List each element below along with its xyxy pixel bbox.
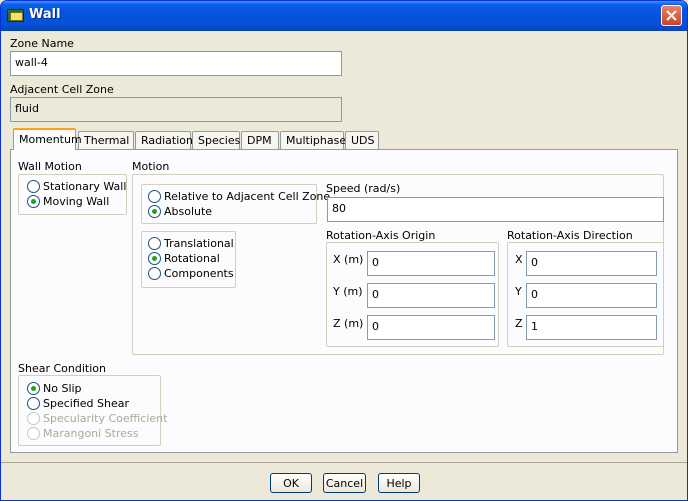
title-bar[interactable]: Wall <box>1 1 687 31</box>
radio-rotational[interactable]: Rotational <box>148 252 220 265</box>
adjacent-cell-zone-field: fluid <box>10 97 342 122</box>
rotation-axis-origin-label: Rotation-Axis Origin <box>326 229 436 242</box>
radio-button <box>27 397 40 410</box>
radio-button-selected <box>27 195 40 208</box>
motion-label: Motion <box>132 160 170 173</box>
momentum-panel: Wall Motion Stationary Wall Moving Wall … <box>10 149 678 453</box>
radio-stationary-wall[interactable]: Stationary Wall <box>27 180 126 193</box>
shear-condition-group: No Slip Specified Shear Specularity Coef… <box>18 375 167 446</box>
radio-button <box>27 180 40 193</box>
shear-condition-label: Shear Condition <box>18 362 106 375</box>
direction-z-input[interactable]: 1 <box>526 315 657 340</box>
radio-button <box>148 237 161 250</box>
close-button[interactable] <box>661 5 682 26</box>
tab-multiphase[interactable]: Multiphase <box>280 131 346 150</box>
origin-y-input[interactable]: 0 <box>367 283 495 308</box>
radio-button-selected <box>148 252 161 265</box>
motion-reference-group: Relative to Adjacent Cell Zone Absolute <box>141 184 330 224</box>
radio-button <box>27 427 40 440</box>
radio-translational[interactable]: Translational <box>148 237 234 250</box>
radio-specified-shear[interactable]: Specified Shear <box>27 397 129 410</box>
wall-motion-group: Stationary Wall Moving Wall <box>18 174 127 215</box>
tab-dpm[interactable]: DPM <box>241 131 279 150</box>
radio-label: Specularity Coefficient <box>43 412 168 425</box>
radio-label: Absolute <box>164 205 213 218</box>
wall-motion-label: Wall Motion <box>18 160 82 173</box>
direction-z-label: Z <box>515 317 523 330</box>
help-button[interactable]: Help <box>378 473 420 493</box>
tab-thermal[interactable]: Thermal <box>78 131 134 150</box>
radio-label: Components <box>164 267 234 280</box>
radio-button-selected <box>27 382 40 395</box>
rotation-axis-direction-label: Rotation-Axis Direction <box>507 229 633 242</box>
radio-label: Translational <box>164 237 234 250</box>
radio-marangoni-stress: Marangoni Stress <box>27 427 139 440</box>
tab-momentum[interactable]: Momentum <box>13 128 82 150</box>
cancel-button[interactable]: Cancel <box>323 473 366 493</box>
app-icon <box>7 9 24 22</box>
radio-absolute[interactable]: Absolute <box>148 205 212 218</box>
radio-no-slip[interactable]: No Slip <box>27 382 82 395</box>
motion-type-group: Translational Rotational Components <box>141 231 236 288</box>
ok-button[interactable]: OK <box>270 473 312 493</box>
window-title: Wall <box>29 7 61 22</box>
radio-relative-to-adjacent[interactable]: Relative to Adjacent Cell Zone <box>148 190 330 203</box>
zone-name-input[interactable]: wall-4 <box>10 51 342 76</box>
radio-label: No Slip <box>43 382 82 395</box>
direction-x-input[interactable]: 0 <box>526 251 657 276</box>
speed-input[interactable]: 80 <box>327 197 664 222</box>
tab-uds[interactable]: UDS <box>345 131 379 150</box>
origin-z-input[interactable]: 0 <box>367 315 495 340</box>
radio-button <box>148 190 161 203</box>
adjacent-cell-zone-label: Adjacent Cell Zone <box>10 83 114 96</box>
motion-group: Relative to Adjacent Cell Zone Absolute … <box>132 174 664 355</box>
radio-label: Relative to Adjacent Cell Zone <box>164 190 331 203</box>
speed-label: Speed (rad/s) <box>326 182 401 195</box>
radio-label: Rotational <box>164 252 220 265</box>
rotation-axis-origin-group: X (m) 0 Y (m) 0 Z (m) 0 <box>326 242 499 347</box>
radio-label: Specified Shear <box>43 397 129 410</box>
wall-dialog: Wall Zone Name wall-4 Adjacent Cell Zone… <box>0 0 688 501</box>
origin-x-label: X (m) <box>333 253 364 266</box>
zone-name-label: Zone Name <box>10 37 74 50</box>
radio-label: Stationary Wall <box>43 180 127 193</box>
radio-label: Moving Wall <box>43 195 110 208</box>
close-icon <box>666 10 677 21</box>
radio-components[interactable]: Components <box>148 267 234 280</box>
tab-species[interactable]: Species <box>192 131 240 150</box>
direction-y-label: Y <box>515 285 522 298</box>
direction-y-input[interactable]: 0 <box>526 283 657 308</box>
origin-x-input[interactable]: 0 <box>367 251 495 276</box>
footer-divider <box>1 462 687 463</box>
tab-radiation[interactable]: Radiation <box>135 131 193 150</box>
rotation-axis-direction-group: X 0 Y 0 Z 1 <box>507 242 664 347</box>
radio-button-selected <box>148 205 161 218</box>
direction-x-label: X <box>515 253 523 266</box>
radio-moving-wall[interactable]: Moving Wall <box>27 195 109 208</box>
radio-button <box>148 267 161 280</box>
radio-label: Marangoni Stress <box>43 427 139 440</box>
origin-y-label: Y (m) <box>333 285 363 298</box>
radio-specularity-coefficient: Specularity Coefficient <box>27 412 167 425</box>
origin-z-label: Z (m) <box>333 317 364 330</box>
radio-button <box>27 412 40 425</box>
